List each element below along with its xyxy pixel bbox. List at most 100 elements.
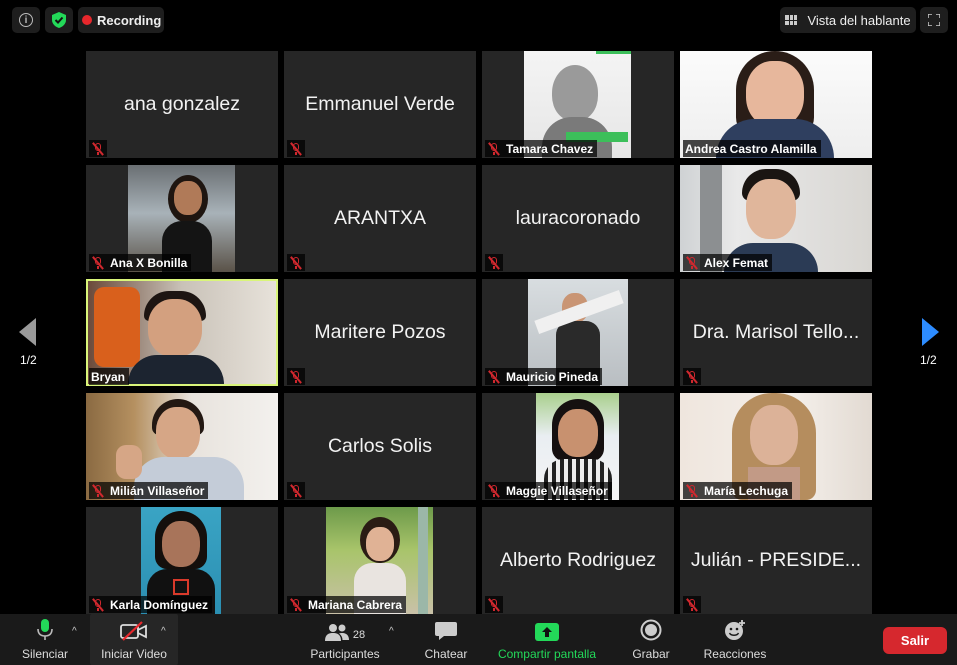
mic-muted-icon — [487, 369, 501, 384]
participant-name: Alex Femat — [704, 255, 769, 270]
participant-label — [287, 482, 305, 499]
participant-tile[interactable]: María Lechuga — [680, 393, 872, 500]
meeting-topbar: i Recording Vista del hablante — [0, 0, 957, 40]
share-screen-label: Compartir pantalla — [497, 647, 597, 661]
participant-label: Ana X Bonilla — [89, 254, 192, 271]
share-screen-button[interactable]: Compartir pantalla — [490, 614, 604, 665]
participant-tile[interactable]: Mariana Cabrera — [284, 507, 476, 614]
reactions-label: Reacciones — [703, 647, 767, 661]
participant-tile[interactable]: Ana X Bonilla — [86, 165, 278, 272]
mic-muted-icon — [487, 255, 501, 270]
fullscreen-icon — [928, 14, 940, 26]
participant-label — [683, 596, 701, 613]
participant-name: ARANTXA — [333, 207, 427, 229]
start-video-button[interactable]: Iniciar Video — [94, 614, 174, 665]
mic-muted-icon — [91, 255, 105, 270]
participant-name: Carlos Solis — [327, 435, 433, 457]
record-button[interactable]: Grabar — [626, 614, 676, 665]
mic-muted-icon — [685, 483, 699, 498]
participants-button[interactable]: 28 Participantes — [302, 614, 388, 665]
participant-tile[interactable]: Milián Villaseñor — [86, 393, 278, 500]
participant-name: Mauricio Pineda — [506, 369, 599, 384]
record-label: Grabar — [632, 647, 670, 661]
participant-name: Maggie Villaseñor — [506, 483, 608, 498]
mic-muted-icon — [289, 369, 303, 384]
participant-label — [485, 254, 503, 271]
participant-tile[interactable]: Dra. Marisol Tello... — [680, 279, 872, 386]
leave-meeting-button[interactable]: Salir — [883, 627, 947, 654]
next-page-arrow-icon[interactable] — [922, 318, 939, 346]
mic-muted-icon — [685, 255, 699, 270]
participant-name: Tamara Chavez — [506, 141, 594, 156]
shield-icon — [52, 12, 66, 28]
mic-muted-icon — [289, 255, 303, 270]
participant-tile-active-speaker[interactable]: Bryan — [86, 279, 278, 386]
meeting-info-button[interactable]: i — [12, 7, 40, 33]
fullscreen-button[interactable] — [920, 7, 948, 33]
participant-tile[interactable]: Alex Femat — [680, 165, 872, 272]
speaker-view-button[interactable]: Vista del hablante — [780, 7, 916, 33]
participant-label — [287, 140, 305, 157]
participant-label: Mariana Cabrera — [287, 596, 407, 613]
participant-label: Andrea Castro Alamilla — [683, 140, 821, 157]
participant-label: Alex Femat — [683, 254, 773, 271]
grid-icon — [785, 15, 798, 25]
participant-label: Maggie Villaseñor — [485, 482, 612, 499]
participant-tile[interactable]: Carlos Solis — [284, 393, 476, 500]
recording-label: Recording — [97, 12, 162, 28]
participant-name: Julián - PRESIDE... — [690, 549, 862, 571]
participants-label: Participantes — [310, 647, 380, 661]
participant-tile[interactable]: Maggie Villaseñor — [482, 393, 674, 500]
speaker-view-label: Vista del hablante — [807, 12, 911, 28]
participant-tile[interactable]: Tamara Chavez — [482, 51, 674, 158]
participant-name: Karla Domínguez — [110, 597, 209, 612]
participant-tile[interactable]: ana gonzalez — [86, 51, 278, 158]
page-indicator-right: 1/2 — [920, 353, 937, 367]
participant-name: María Lechuga — [704, 483, 789, 498]
participant-name: lauracoronado — [515, 207, 641, 229]
participant-label: María Lechuga — [683, 482, 793, 499]
mic-muted-icon — [685, 597, 699, 612]
reactions-button[interactable]: Reacciones — [698, 614, 772, 665]
mute-button[interactable]: Silenciar — [14, 614, 76, 665]
mic-muted-icon — [289, 483, 303, 498]
mic-muted-icon — [91, 141, 105, 156]
participant-name: Emmanuel Verde — [305, 93, 455, 115]
participants-icon — [324, 624, 349, 641]
participant-name: Mariana Cabrera — [308, 597, 403, 612]
video-options-caret-icon[interactable]: ^ — [161, 626, 166, 637]
recording-indicator[interactable]: Recording — [78, 7, 164, 33]
start-video-label: Iniciar Video — [101, 647, 167, 661]
participant-tile[interactable]: Andrea Castro Alamilla — [680, 51, 872, 158]
participant-label — [485, 596, 503, 613]
participant-name: Milián Villaseñor — [110, 483, 205, 498]
participant-label — [683, 368, 701, 385]
previous-page-arrow-icon[interactable] — [19, 318, 36, 346]
participant-name: ana gonzalez — [123, 93, 240, 115]
participant-tile[interactable]: Maritere Pozos — [284, 279, 476, 386]
audio-options-caret-icon[interactable]: ^ — [72, 626, 77, 637]
participant-tile[interactable]: lauracoronado — [482, 165, 674, 272]
microphone-icon — [37, 619, 53, 640]
chat-label: Chatear — [424, 647, 468, 661]
participants-count: 28 — [352, 629, 366, 641]
participant-label: Bryan — [89, 368, 130, 385]
info-icon: i — [19, 13, 33, 27]
participant-tile[interactable]: Alberto Rodriguez — [482, 507, 674, 614]
page-indicator-left: 1/2 — [20, 353, 37, 367]
video-off-icon — [120, 621, 147, 641]
participant-name: Andrea Castro Alamilla — [685, 141, 817, 156]
participant-label: Tamara Chavez — [485, 140, 598, 157]
participant-tile[interactable]: Mauricio Pineda — [482, 279, 674, 386]
participants-options-caret-icon[interactable]: ^ — [389, 626, 394, 637]
participant-tile[interactable]: ARANTXA — [284, 165, 476, 272]
chat-button[interactable]: Chatear — [420, 614, 472, 665]
participant-tile[interactable]: Karla Domínguez — [86, 507, 278, 614]
participant-name: Maritere Pozos — [314, 321, 446, 343]
reactions-icon — [725, 620, 745, 640]
participant-name: Ana X Bonilla — [110, 255, 188, 270]
participant-label — [287, 368, 305, 385]
security-button[interactable] — [45, 7, 73, 33]
participant-tile[interactable]: Emmanuel Verde — [284, 51, 476, 158]
participant-tile[interactable]: Julián - PRESIDE... — [680, 507, 872, 614]
